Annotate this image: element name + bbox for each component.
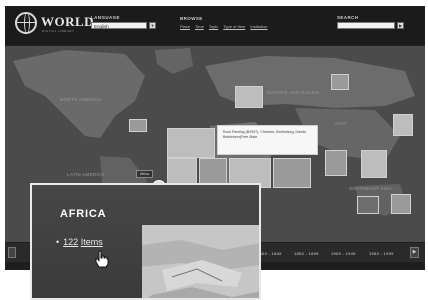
item-thumbnail[interactable]: [357, 196, 379, 214]
item-thumbnail[interactable]: [167, 158, 197, 184]
map-marker-label[interactable]: Africa: [136, 170, 153, 178]
timeline-period[interactable]: 1850 - 1899: [294, 251, 319, 256]
language-select[interactable]: English: [91, 22, 147, 29]
item-thumbnail[interactable]: [325, 150, 347, 176]
rock-painting-image: [142, 225, 259, 298]
browse-link-type-of-item[interactable]: Type of Item: [223, 24, 245, 29]
browse-link-time[interactable]: Time: [195, 24, 204, 29]
timeline-right-arrow-icon[interactable]: ▶: [410, 247, 419, 258]
region-label-europe-russia[interactable]: EUROPE AND RUSSIA: [267, 90, 320, 95]
hand-cursor-icon: [95, 250, 109, 268]
header-bar: WORLD DIGITAL LIBRARY LANGUAGE English ▼…: [5, 6, 425, 44]
item-thumbnail[interactable]: [273, 158, 311, 188]
timeline-period[interactable]: 1900 - 1949: [331, 251, 356, 256]
items-link[interactable]: • 122 Items: [56, 237, 103, 247]
search-label: SEARCH: [337, 15, 359, 20]
item-thumbnail[interactable]: [391, 194, 411, 214]
item-thumbnail[interactable]: [331, 74, 349, 90]
region-label-asia[interactable]: ASIA: [335, 121, 346, 126]
africa-zoom-panel: AFRICA • 122 Items: [30, 183, 261, 300]
items-label[interactable]: Items: [81, 237, 103, 247]
logo-text[interactable]: WORLD: [41, 14, 94, 30]
item-thumbnail[interactable]: [167, 128, 215, 158]
region-label-southeast-asia[interactable]: SOUTHEAST ASIA: [349, 186, 392, 191]
item-thumbnail[interactable]: [199, 158, 227, 184]
item-count[interactable]: 122: [63, 237, 78, 247]
item-thumbnail[interactable]: [393, 114, 413, 136]
search-input[interactable]: [337, 22, 395, 29]
item-thumbnail[interactable]: [361, 150, 387, 178]
zoom-panel-title: AFRICA: [60, 208, 107, 220]
browse-link-place[interactable]: Place: [180, 24, 190, 29]
item-thumbnail[interactable]: [235, 86, 263, 108]
browse-link-institution[interactable]: Institution: [250, 24, 267, 29]
logo-subtitle: DIGITAL LIBRARY: [42, 29, 75, 33]
browse-link-topic[interactable]: Topic: [209, 24, 218, 29]
language-label: LANGUAGE: [91, 15, 120, 20]
region-label-north-america[interactable]: NORTH AMERICA: [60, 97, 101, 102]
chevron-down-icon[interactable]: ▼: [149, 22, 156, 29]
browse-links: Place Time Topic Type of Item Institutio…: [180, 24, 272, 29]
region-label-latin-america[interactable]: LATIN AMERICA: [67, 172, 105, 177]
bullet-icon: •: [56, 237, 60, 247]
browse-label: BROWSE: [180, 16, 203, 21]
item-preview-image[interactable]: [142, 225, 259, 298]
timeline-left-arrow[interactable]: [8, 247, 16, 258]
search-button[interactable]: ▶: [397, 22, 404, 29]
item-tooltip: Rock Painting (BX997), Cheviots, Smithsb…: [217, 125, 318, 155]
globe-logo-icon[interactable]: [15, 12, 37, 34]
item-thumbnail[interactable]: [129, 119, 147, 132]
timeline-period[interactable]: 1950 - 1999: [369, 251, 394, 256]
